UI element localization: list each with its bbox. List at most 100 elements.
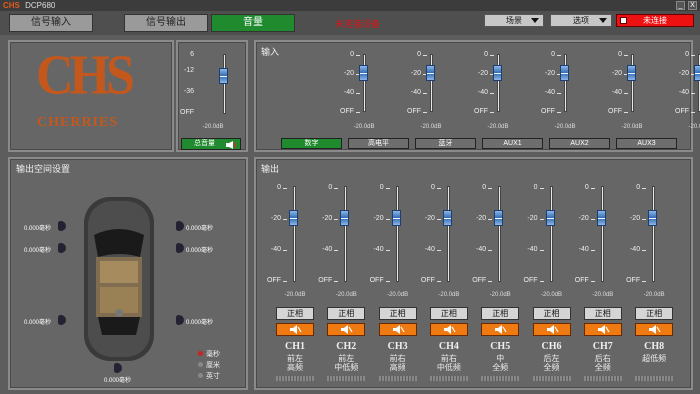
- input-source-button[interactable]: AUX1: [482, 138, 543, 149]
- scene-dropdown[interactable]: 场景: [484, 14, 544, 27]
- unit-inch-option[interactable]: 英寸: [198, 371, 220, 381]
- output-volume-slider[interactable]: [442, 209, 452, 226]
- phase-button[interactable]: 正相: [276, 307, 314, 320]
- input-volume-slider[interactable]: [426, 65, 435, 82]
- input-tick: -40: [410, 89, 421, 96]
- master-volume-panel: 6 -12 -36 OFF -20.0dB: [176, 40, 248, 152]
- output-volume-slider[interactable]: [545, 209, 555, 226]
- tab-signal-input[interactable]: 信号输入: [9, 14, 93, 32]
- phase-button[interactable]: 正相: [327, 307, 366, 320]
- input-source-button[interactable]: 数字: [281, 138, 342, 149]
- device-dropdown[interactable]: 未连接: [616, 14, 694, 27]
- speaker-delay-value[interactable]: 0.000毫秒: [24, 317, 51, 326]
- input-volume-slider[interactable]: [560, 65, 569, 82]
- input-source-button[interactable]: AUX3: [616, 138, 677, 149]
- input-volume-slider[interactable]: [493, 65, 502, 82]
- output-volume-track[interactable]: [600, 186, 604, 282]
- output-volume-track[interactable]: [395, 186, 399, 282]
- output-tick: -40: [527, 246, 538, 253]
- speaker-muted-icon: [597, 325, 610, 334]
- output-volume-slider[interactable]: [494, 209, 504, 226]
- master-volume-slider[interactable]: [219, 68, 228, 84]
- input-tick: 0: [685, 51, 689, 58]
- input-volume-slider[interactable]: [694, 65, 700, 82]
- channel-range: 全频: [492, 363, 509, 372]
- tick-line: [691, 55, 695, 56]
- output-volume-slider[interactable]: [340, 209, 350, 226]
- mute-button[interactable]: [635, 323, 674, 336]
- mute-button[interactable]: [481, 323, 520, 336]
- speaker-delay-value[interactable]: 0.000毫秒: [24, 223, 51, 232]
- minimize-button[interactable]: _: [676, 1, 685, 10]
- close-button[interactable]: X: [688, 1, 697, 10]
- tick-line: [490, 112, 494, 113]
- speaker-icon[interactable]: [58, 243, 66, 253]
- radio-icon: [198, 373, 203, 378]
- output-volume-slider[interactable]: [648, 209, 658, 226]
- speaker-delay-value[interactable]: 0.000毫秒: [186, 223, 213, 232]
- input-volume-track[interactable]: [363, 54, 366, 112]
- output-volume-track[interactable]: [498, 186, 502, 282]
- output-volume-track[interactable]: [344, 186, 348, 282]
- master-volume-track[interactable]: [223, 54, 226, 114]
- master-mute-button[interactable]: 总音量: [181, 138, 241, 150]
- mute-button[interactable]: [276, 323, 314, 336]
- mute-button[interactable]: [429, 323, 468, 336]
- unit-label: 厘米: [206, 362, 220, 369]
- mute-button[interactable]: [583, 323, 622, 336]
- unit-cm-option[interactable]: 厘米: [198, 360, 220, 370]
- speaker-icon[interactable]: [114, 363, 122, 373]
- input-tick: OFF: [340, 108, 354, 115]
- output-volume-slider[interactable]: [391, 209, 401, 226]
- channel-name: CH8: [644, 341, 665, 352]
- phase-button[interactable]: 正相: [481, 307, 520, 320]
- tab-volume[interactable]: 音量: [211, 14, 295, 32]
- input-source-button[interactable]: 蓝牙: [415, 138, 476, 149]
- options-dropdown[interactable]: 选项: [550, 14, 612, 27]
- speaker-icon[interactable]: [176, 221, 184, 231]
- speaker-icon[interactable]: [58, 221, 66, 231]
- speaker-icon[interactable]: [176, 315, 184, 325]
- phase-button[interactable]: 正相: [532, 307, 571, 320]
- speaker-delay-value[interactable]: 0.000毫秒: [186, 317, 213, 326]
- output-volume-track[interactable]: [446, 186, 450, 282]
- input-volume-track[interactable]: [497, 54, 500, 112]
- input-source-button[interactable]: AUX2: [549, 138, 610, 149]
- channel-name: CH4: [438, 341, 459, 352]
- output-tick: 0: [328, 184, 333, 191]
- tick-line: [590, 188, 595, 189]
- speaker-icon[interactable]: [58, 315, 66, 325]
- phase-button[interactable]: 正相: [583, 307, 622, 320]
- output-volume-track[interactable]: [652, 186, 656, 282]
- mute-button[interactable]: [378, 323, 417, 336]
- speaker-delay-value[interactable]: 0.000毫秒: [24, 245, 51, 254]
- output-tick: -40: [373, 246, 384, 253]
- output-volume-slider[interactable]: [596, 209, 606, 226]
- output-space-panel: 输出空间设置 0.000毫秒 0.000毫秒 0.000毫秒 0.000毫秒 0.000…: [8, 157, 248, 390]
- tick-line: [283, 281, 287, 282]
- phase-button[interactable]: 正相: [429, 307, 468, 320]
- input-volume-slider[interactable]: [627, 65, 636, 82]
- input-volume-track[interactable]: [430, 54, 433, 112]
- speaker-delay-value[interactable]: 0.000毫秒: [104, 375, 131, 384]
- speaker-delay-value[interactable]: 0.000毫秒: [186, 245, 213, 254]
- mute-button[interactable]: [532, 323, 571, 336]
- speaker-icon[interactable]: [176, 243, 184, 253]
- mute-button[interactable]: [327, 323, 366, 336]
- input-volume-track[interactable]: [631, 54, 634, 112]
- level-meter: [327, 376, 366, 381]
- input-volume-slider[interactable]: [359, 65, 368, 82]
- output-volume-track[interactable]: [293, 186, 296, 282]
- phase-button[interactable]: 正相: [635, 307, 674, 320]
- tick-line: [488, 188, 493, 189]
- unit-ms-option[interactable]: 毫秒: [198, 349, 220, 359]
- input-volume-value: -20.0dB: [420, 124, 442, 130]
- input-volume-track[interactable]: [564, 54, 567, 112]
- phase-button[interactable]: 正相: [378, 307, 417, 320]
- input-source-button[interactable]: 高电平: [348, 138, 409, 149]
- output-volume-value: -20.0dB: [387, 292, 409, 298]
- tab-signal-output[interactable]: 信号输出: [124, 14, 208, 32]
- output-volume-slider[interactable]: [289, 209, 298, 226]
- output-volume-track[interactable]: [549, 186, 553, 282]
- input-volume-value: -20.0dB: [688, 124, 700, 130]
